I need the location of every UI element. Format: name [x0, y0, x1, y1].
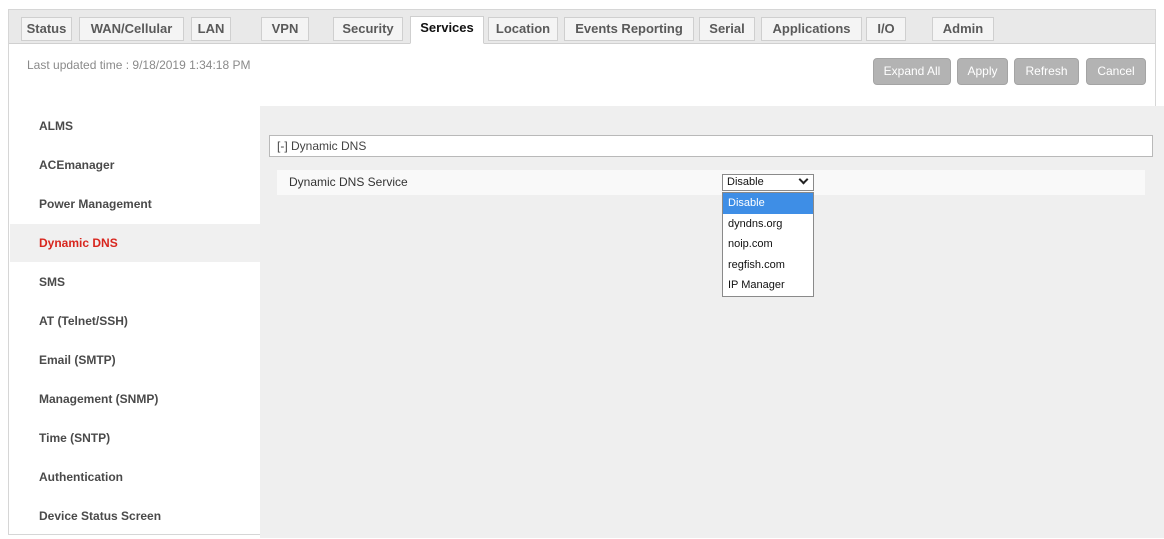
- dynamic-dns-service-row: Dynamic DNS Service: [277, 170, 1145, 195]
- select-value: Disable: [727, 176, 764, 188]
- tab-applications[interactable]: Applications: [761, 17, 862, 41]
- tab-events-reporting[interactable]: Events Reporting: [564, 17, 694, 41]
- chevron-down-icon: [798, 174, 809, 185]
- sidebar-item-authentication[interactable]: Authentication: [10, 458, 260, 496]
- sidebar-item-device-status-screen[interactable]: Device Status Screen: [10, 497, 260, 535]
- tab-location[interactable]: Location: [488, 17, 558, 41]
- dropdown-option-regfish[interactable]: regfish.com: [723, 255, 813, 276]
- last-updated-text: Last updated time : 9/18/2019 1:34:18 PM: [27, 58, 251, 72]
- dropdown-option-disable[interactable]: Disable: [723, 193, 813, 214]
- tab-wan-cellular[interactable]: WAN/Cellular: [79, 17, 184, 41]
- tab-io[interactable]: I/O: [866, 17, 906, 41]
- sidebar-item-alms[interactable]: ALMS: [10, 107, 260, 145]
- sidebar-item-dynamic-dns[interactable]: Dynamic DNS: [10, 224, 260, 262]
- dynamic-dns-service-dropdown: Disable dyndns.org noip.com regfish.com …: [722, 192, 814, 297]
- dynamic-dns-section-header[interactable]: [-] Dynamic DNS: [269, 135, 1153, 157]
- sidebar-item-management-snmp[interactable]: Management (SNMP): [10, 380, 260, 418]
- sidebar-item-sms[interactable]: SMS: [10, 263, 260, 301]
- sidebar-item-time-sntp[interactable]: Time (SNTP): [10, 419, 260, 457]
- dropdown-option-ip-manager[interactable]: IP Manager: [723, 275, 813, 296]
- sidebar-item-email-smtp[interactable]: Email (SMTP): [10, 341, 260, 379]
- tab-security[interactable]: Security: [333, 17, 403, 41]
- expand-all-button[interactable]: Expand All: [873, 58, 951, 85]
- dynamic-dns-service-select[interactable]: Disable: [722, 174, 814, 191]
- content-panel: [-] Dynamic DNS Dynamic DNS Service Disa…: [260, 106, 1164, 538]
- sidebar-item-acemanager[interactable]: ACEmanager: [10, 146, 260, 184]
- cancel-button[interactable]: Cancel: [1086, 58, 1146, 85]
- dropdown-option-noip[interactable]: noip.com: [723, 234, 813, 255]
- tab-admin[interactable]: Admin: [932, 17, 994, 41]
- app-frame: Status WAN/Cellular LAN VPN Security Ser…: [8, 9, 1164, 538]
- refresh-button[interactable]: Refresh: [1014, 58, 1079, 85]
- tab-status[interactable]: Status: [21, 17, 72, 41]
- tab-lan[interactable]: LAN: [191, 17, 231, 41]
- sidebar-item-power-management[interactable]: Power Management: [10, 185, 260, 223]
- dropdown-option-dyndns[interactable]: dyndns.org: [723, 214, 813, 235]
- tab-bar: Status WAN/Cellular LAN VPN Security Ser…: [9, 10, 1155, 44]
- tab-serial[interactable]: Serial: [699, 17, 755, 41]
- sidebar-item-at-telnet-ssh[interactable]: AT (Telnet/SSH): [10, 302, 260, 340]
- tab-services[interactable]: Services: [410, 16, 484, 44]
- apply-button[interactable]: Apply: [957, 58, 1008, 85]
- tab-vpn[interactable]: VPN: [261, 17, 309, 41]
- dynamic-dns-service-label: Dynamic DNS Service: [289, 175, 408, 189]
